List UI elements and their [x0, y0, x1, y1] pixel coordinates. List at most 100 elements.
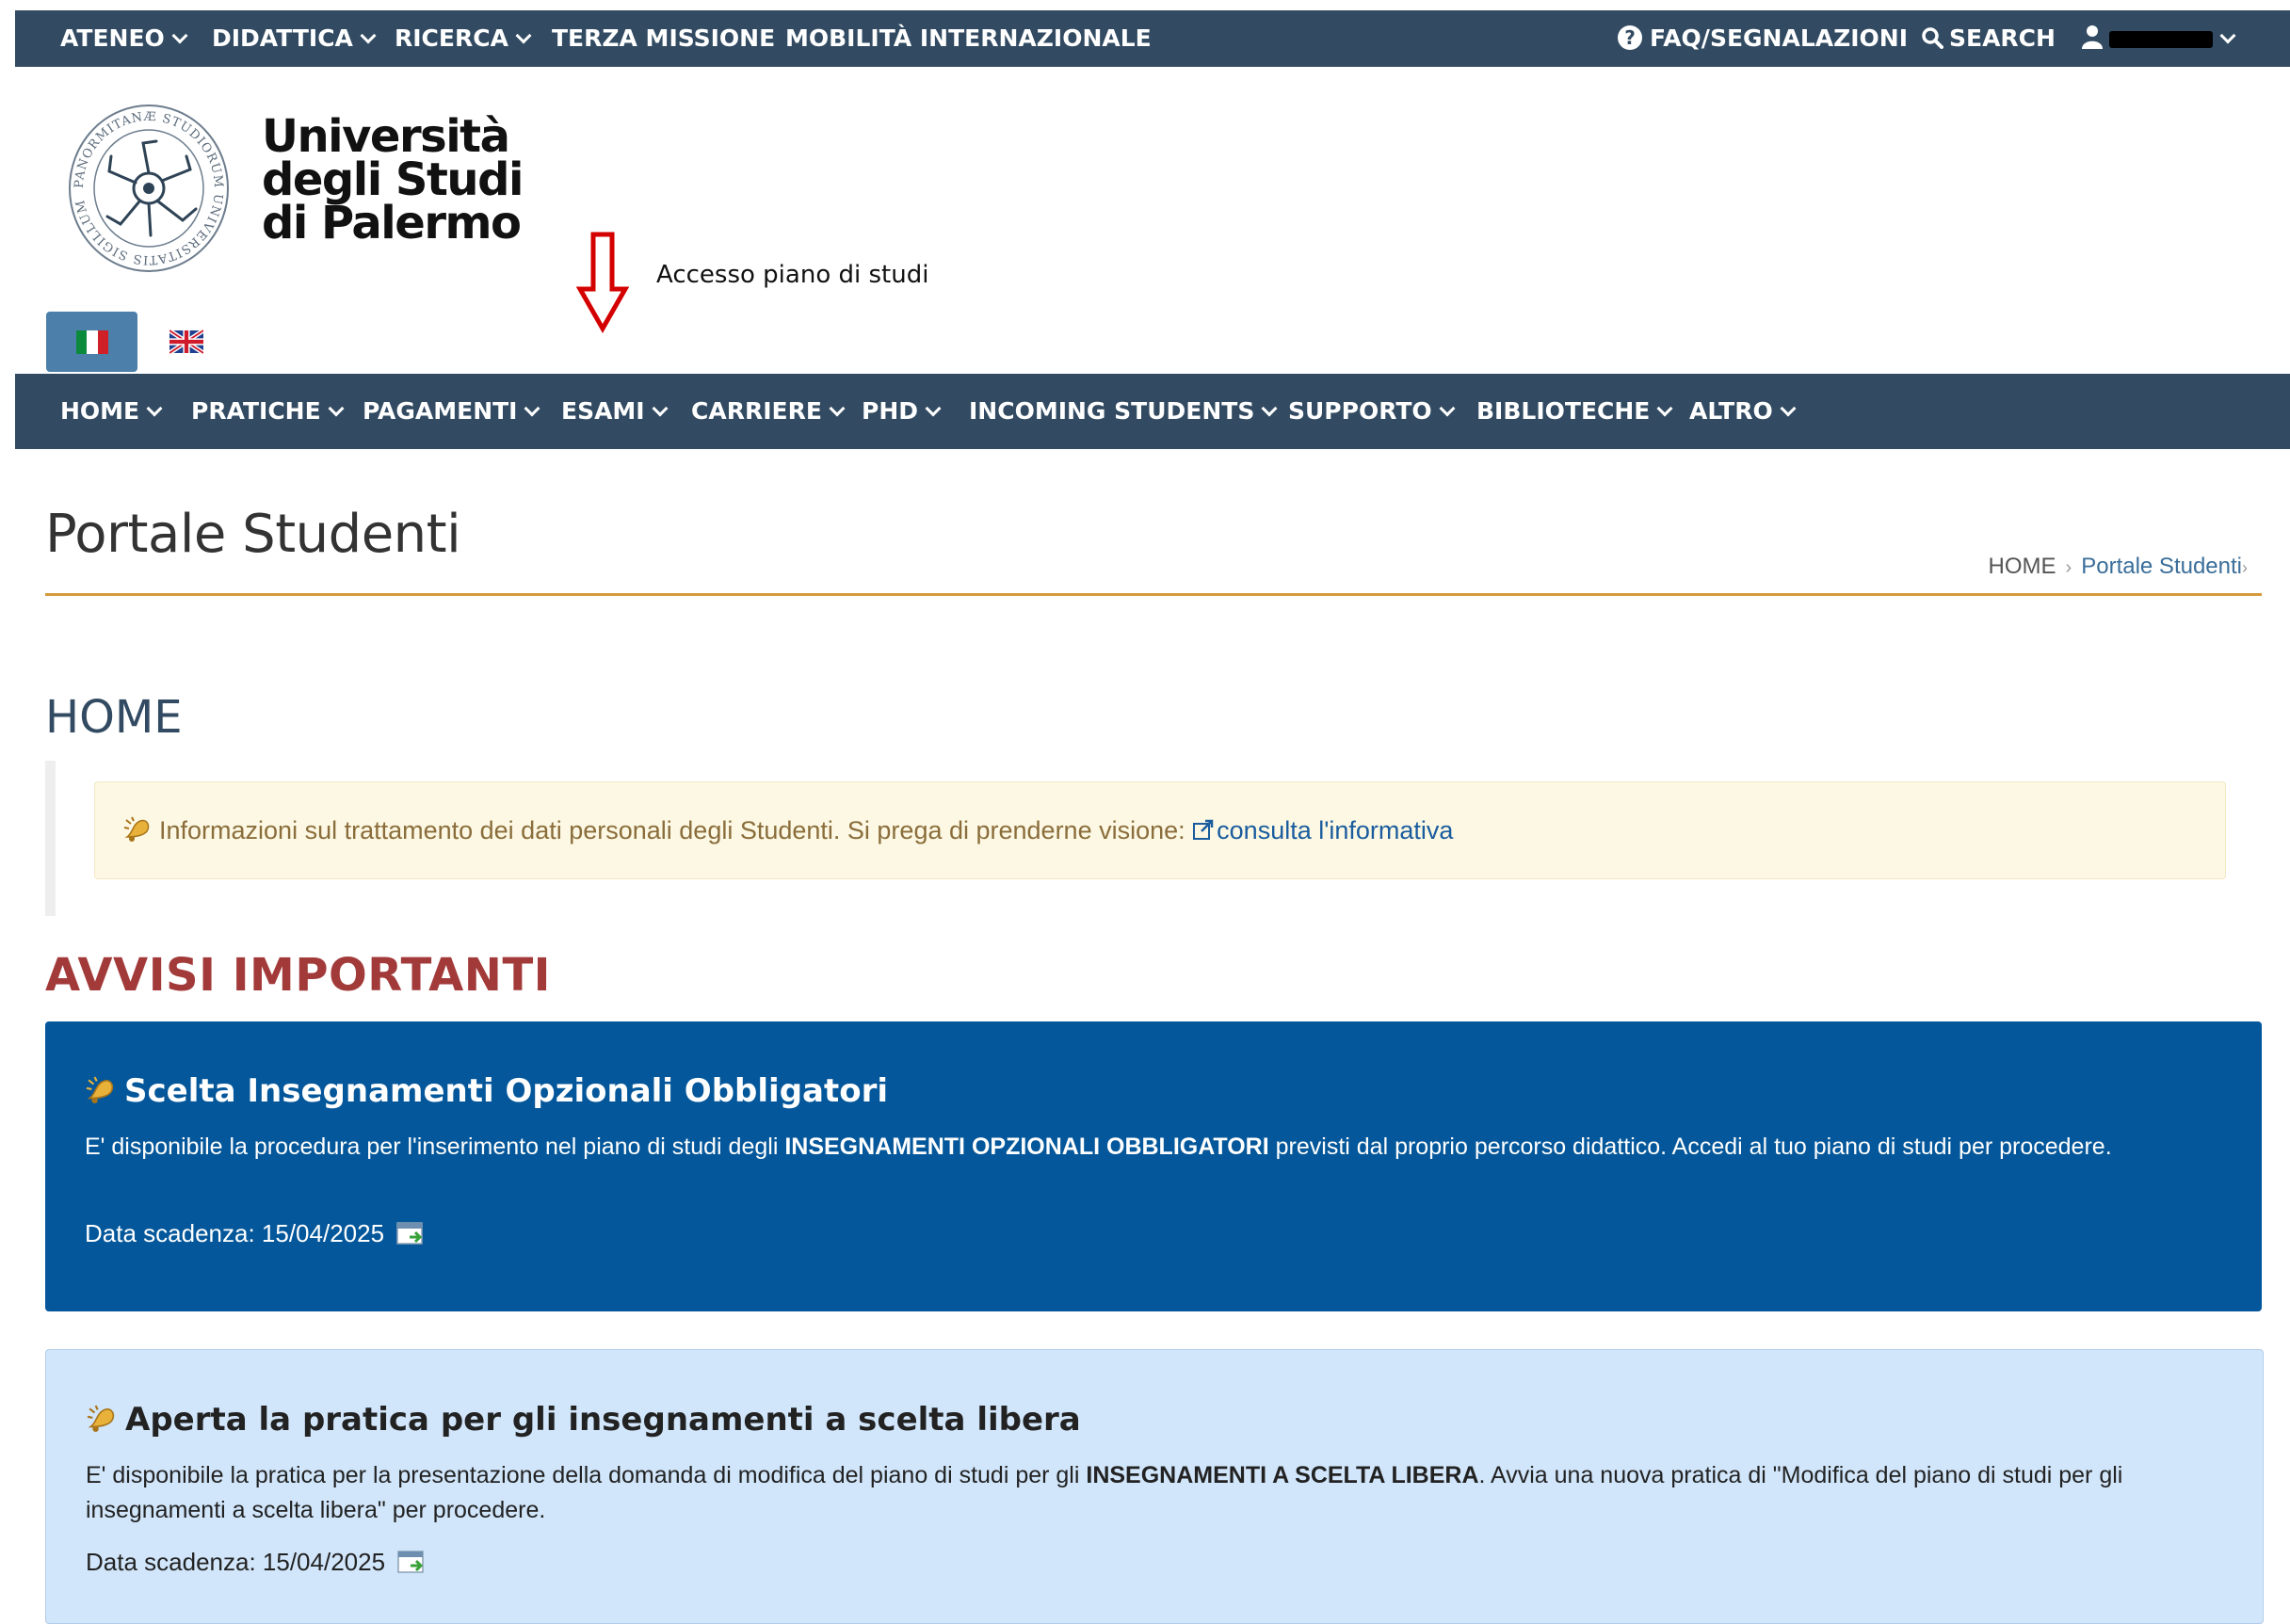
nav-item-pagamenti[interactable]: PAGAMENTI — [363, 374, 540, 449]
chevron-down-icon — [925, 400, 942, 417]
topbar-item-mobilita-internazionale[interactable]: MOBILITÀ INTERNAZIONALE — [785, 10, 1152, 67]
chevron-down-icon — [1261, 400, 1278, 417]
nav-item-label: ESAMI — [561, 397, 645, 425]
search-label: SEARCH — [1949, 24, 2056, 52]
notice-body-text: previsti dal proprio percorso didattico.… — [1268, 1134, 2112, 1160]
nav-item-carriere[interactable]: CARRIERE — [691, 374, 846, 449]
breadcrumb-current[interactable]: Portale Studenti — [2081, 554, 2242, 579]
user-icon — [2082, 25, 2103, 49]
deadline-label: Data scadenza: — [86, 1548, 256, 1576]
university-name-line-3: di Palermo — [262, 197, 522, 249]
question-circle-icon: ? — [1618, 25, 1642, 50]
faq-link[interactable]: ? FAQ/SEGNALAZIONI — [1618, 10, 1908, 67]
chevron-down-icon — [1439, 400, 1456, 417]
topbar-item-terza-missione[interactable]: TERZA MISSIONE — [552, 10, 775, 67]
chevron-down-icon — [829, 400, 846, 417]
notice-deadline: Data scadenza: 15/04/2025 — [86, 1548, 427, 1577]
bell-icon — [87, 1405, 115, 1432]
chevron-down-icon — [360, 27, 377, 44]
deadline-date: 15/04/2025 — [262, 1548, 386, 1576]
external-link-icon — [1193, 819, 1214, 840]
uk-flag-icon[interactable] — [169, 330, 203, 354]
nav-item-label: HOME — [60, 397, 140, 425]
privacy-info-alert: Informazioni sul trattamento dei dati pe… — [94, 781, 2226, 879]
chevron-down-icon — [1656, 400, 1673, 417]
topbar-item-label: MOBILITÀ INTERNAZIONALE — [785, 24, 1152, 52]
notice-deadline: Data scadenza: 15/04/2025 — [85, 1219, 427, 1248]
blockquote-bar — [45, 761, 56, 916]
nav-item-altro[interactable]: ALTRO — [1689, 374, 1797, 449]
university-name-line-2: degli Studi — [262, 153, 524, 206]
nav-item-home[interactable]: HOME — [60, 374, 163, 449]
deadline-label: Data scadenza: — [85, 1219, 255, 1247]
notice-body: E' disponibile la procedura per l'inseri… — [85, 1130, 2205, 1165]
calendar-add-icon[interactable] — [397, 1549, 427, 1575]
topbar-item-label: TERZA MISSIONE — [552, 24, 776, 52]
topbar-item-ricerca[interactable]: RICERCA — [395, 10, 532, 67]
nav-item-label: SUPPORTO — [1288, 397, 1432, 425]
topbar-item-didattica[interactable]: DIDATTICA — [212, 10, 377, 67]
nav-item-biblioteche[interactable]: BIBLIOTECHE — [1476, 374, 1673, 449]
topbar-item-ateneo[interactable]: ATENEO — [60, 10, 188, 67]
title-divider — [45, 593, 2262, 596]
language-italian-button[interactable] — [46, 312, 137, 372]
nav-item-label: CARRIERE — [691, 397, 822, 425]
notice-body-text: E' disponibile la pratica per la present… — [86, 1462, 1087, 1488]
notice-body-text: E' disponibile la procedura per l'inseri… — [85, 1134, 785, 1160]
notice-title: Scelta Insegnamenti Opzionali Obbligator… — [85, 1072, 888, 1110]
breadcrumb-trail: › — [2242, 558, 2248, 577]
university-name-line-1: Università — [262, 110, 510, 163]
faq-label: FAQ/SEGNALAZIONI — [1650, 24, 1908, 52]
nav-item-label: ALTRO — [1689, 397, 1773, 425]
bell-icon — [123, 816, 150, 842]
notice-title-text: Scelta Insegnamenti Opzionali Obbligator… — [124, 1072, 889, 1110]
notice-title: Aperta la pratica per gli insegnamenti a… — [86, 1401, 1081, 1439]
notice-card: Scelta Insegnamenti Opzionali Obbligator… — [45, 1021, 2262, 1311]
nav-item-label: INCOMING STUDENTS — [969, 397, 1255, 425]
university-name[interactable]: Università degli Studi di Palermo — [262, 110, 524, 249]
chevron-down-icon — [171, 27, 188, 44]
main-navigation: HOME PRATICHE PAGAMENTI ESAMI CARRIERE P… — [15, 374, 2290, 449]
notice-body-highlight: INSEGNAMENTI OPZIONALI OBBLIGATORI — [784, 1134, 1269, 1160]
chevron-down-icon — [2219, 27, 2236, 44]
chevron-down-icon — [652, 400, 669, 417]
nav-item-supporto[interactable]: SUPPORTO — [1288, 374, 1456, 449]
nav-item-label: PAGAMENTI — [363, 397, 518, 425]
university-seal-logo[interactable]: PANORMITANÆ STUDIORUM UNIVERSITATIS SIGI… — [68, 104, 230, 273]
red-arrow-down-icon — [576, 232, 629, 334]
section-heading-home: HOME — [45, 691, 183, 744]
nav-item-pratiche[interactable]: PRATICHE — [191, 374, 345, 449]
topbar-item-label: ATENEO — [60, 24, 165, 52]
chevron-down-icon — [328, 400, 345, 417]
chevron-down-icon — [146, 400, 163, 417]
top-utility-bar: ATENEO DIDATTICA RICERCA TERZA MISSIONE … — [15, 10, 2290, 67]
bell-icon — [86, 1076, 114, 1103]
notice-body-highlight: INSEGNAMENTI A SCELTA LIBERA — [1086, 1462, 1479, 1488]
privacy-policy-link-label: consulta l'informativa — [1217, 816, 1454, 844]
notice-card: Aperta la pratica per gli insegnamenti a… — [45, 1349, 2264, 1624]
privacy-info-text: Informazioni sul trattamento dei dati pe… — [159, 816, 1185, 844]
important-notices-heading: AVVISI IMPORTANTI — [45, 949, 552, 1002]
nav-item-label: BIBLIOTECHE — [1476, 397, 1651, 425]
notice-body: E' disponibile la pratica per la present… — [86, 1458, 2206, 1528]
nav-item-esami[interactable]: ESAMI — [561, 374, 669, 449]
breadcrumb: HOME › Portale Studenti› — [1989, 554, 2248, 580]
calendar-add-icon[interactable] — [396, 1220, 427, 1246]
breadcrumb-home-link[interactable]: HOME — [1989, 554, 2056, 579]
chevron-down-icon — [515, 27, 532, 44]
nav-item-incoming-students[interactable]: INCOMING STUDENTS — [969, 374, 1278, 449]
breadcrumb-separator: › — [2065, 557, 2072, 578]
user-menu[interactable] — [2081, 10, 2236, 67]
deadline-date: 15/04/2025 — [261, 1219, 385, 1247]
nav-item-phd[interactable]: PHD — [862, 374, 942, 449]
nav-item-label: PRATICHE — [191, 397, 321, 425]
search-link[interactable]: SEARCH — [1921, 10, 2056, 67]
annotation-label: Accesso piano di studi — [656, 261, 929, 289]
nav-item-label: PHD — [862, 397, 918, 425]
privacy-policy-link[interactable]: consulta l'informativa — [1192, 816, 1453, 844]
search-icon — [1922, 27, 1943, 49]
topbar-item-label: DIDATTICA — [212, 24, 353, 52]
chevron-down-icon — [1780, 400, 1797, 417]
chevron-down-icon — [524, 400, 540, 417]
italian-flag-icon — [76, 330, 108, 354]
